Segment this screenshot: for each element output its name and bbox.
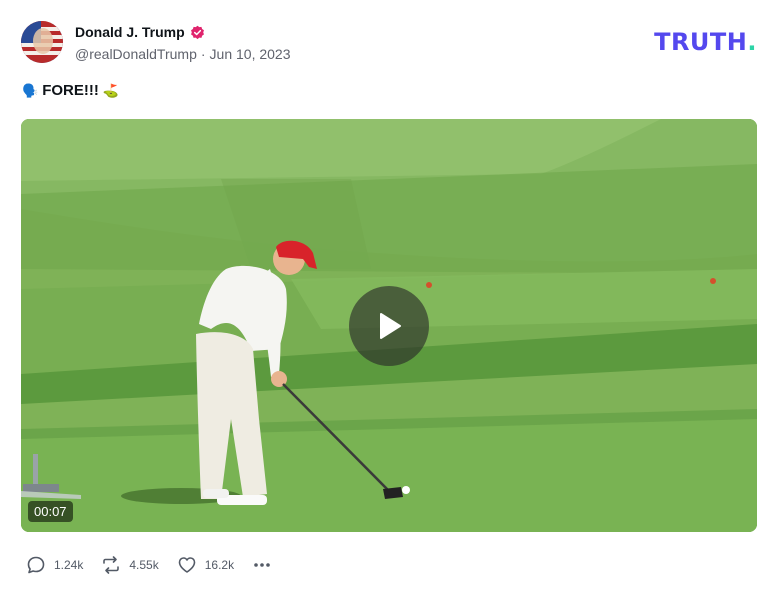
author-block: Donald J. Trump @realDonaldTrump · Jun 1… bbox=[75, 22, 291, 62]
golf-flag-emoji: ⛳ bbox=[102, 82, 120, 98]
display-name[interactable]: Donald J. Trump bbox=[75, 24, 185, 40]
reply-button[interactable]: 1.24k bbox=[26, 555, 83, 575]
retruth-button[interactable]: 4.55k bbox=[101, 555, 159, 575]
post-date[interactable]: Jun 10, 2023 bbox=[210, 46, 291, 62]
avatar[interactable] bbox=[21, 21, 63, 63]
avatar-flag-icon bbox=[21, 21, 63, 63]
play-icon bbox=[380, 313, 401, 339]
more-options-button[interactable] bbox=[252, 555, 272, 575]
video-player[interactable]: 00:07 bbox=[21, 119, 757, 532]
speaking-head-emoji: 🗣️ bbox=[22, 82, 39, 98]
retruth-count: 4.55k bbox=[129, 558, 159, 572]
video-duration: 00:07 bbox=[28, 501, 73, 522]
reply-icon bbox=[27, 556, 45, 574]
post-text-body: FORE!!! bbox=[42, 82, 99, 99]
play-button[interactable] bbox=[349, 286, 429, 366]
post-actions: 1.24k 4.55k 16.2k bbox=[26, 554, 272, 576]
verified-badge-icon bbox=[190, 25, 204, 39]
logo-dot: . bbox=[747, 28, 757, 56]
meta-separator: · bbox=[200, 46, 206, 62]
handle[interactable]: @realDonaldTrump bbox=[75, 46, 197, 62]
retruth-icon bbox=[103, 556, 120, 574]
logo-text: TRUTH bbox=[654, 28, 748, 56]
truth-logo[interactable]: TRUTH. bbox=[654, 28, 757, 56]
more-options-icon bbox=[254, 563, 270, 567]
heart-icon bbox=[178, 557, 196, 573]
like-button[interactable]: 16.2k bbox=[177, 555, 234, 575]
like-count: 16.2k bbox=[204, 558, 235, 572]
truth-post: Donald J. Trump @realDonaldTrump · Jun 1… bbox=[0, 0, 778, 595]
post-text: 🗣️ FORE!!! ⛳ bbox=[22, 82, 119, 99]
reply-count: 1.24k bbox=[54, 558, 84, 572]
